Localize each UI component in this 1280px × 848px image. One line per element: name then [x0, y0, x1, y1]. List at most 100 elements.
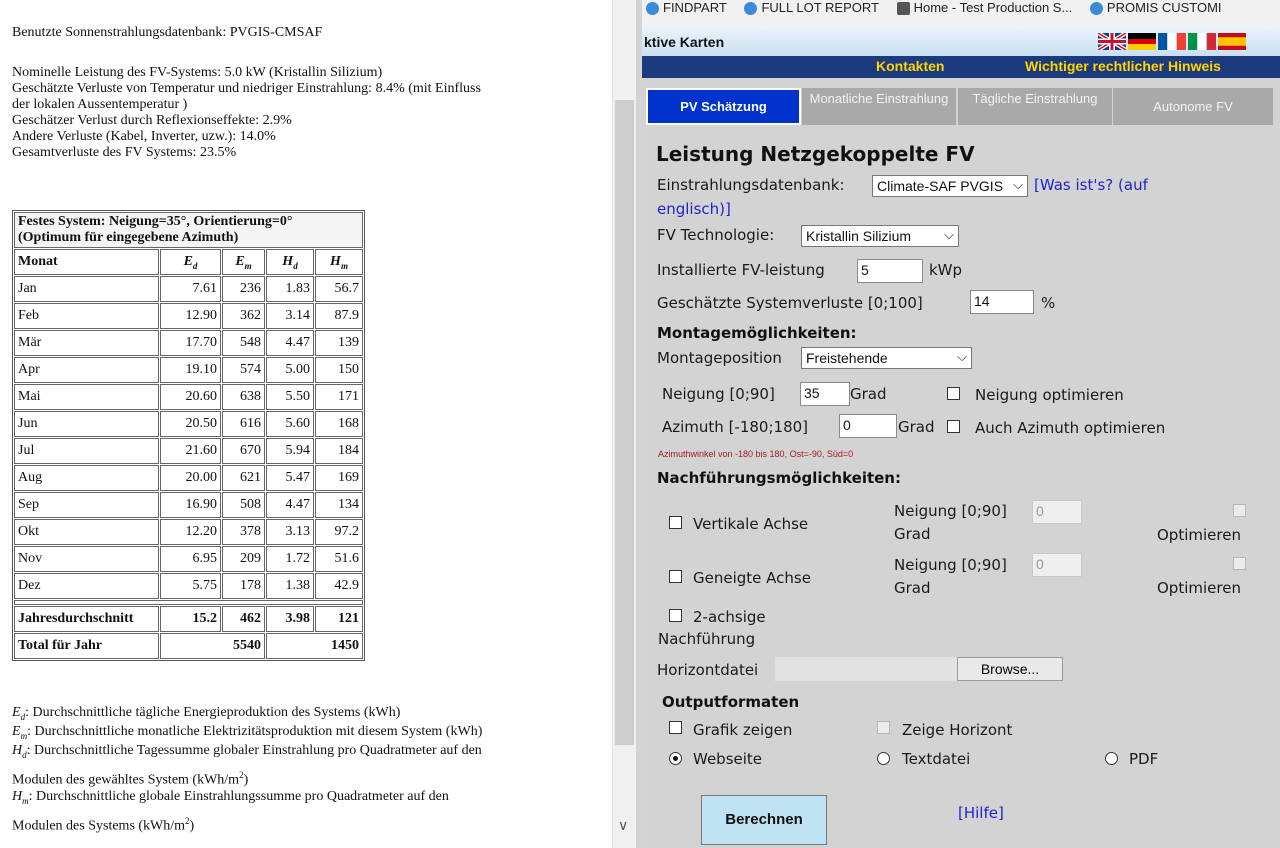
output-text-radio[interactable] — [877, 752, 890, 765]
french-flag-icon[interactable] — [1158, 33, 1186, 50]
vertical-tilt-input[interactable]: 0 — [1032, 500, 1082, 524]
show-graph-checkbox[interactable] — [669, 721, 682, 734]
calculate-button[interactable]: Berechnen — [701, 795, 827, 845]
bookmark-findpart[interactable]: FINDPART — [646, 0, 727, 16]
db-select[interactable]: Climate-SAF PVGIS ⌵ — [872, 175, 1028, 197]
value-cell: 20.50 — [160, 411, 221, 437]
inclined-axis-checkbox[interactable] — [669, 570, 682, 583]
value-cell: 616 — [222, 411, 265, 437]
month-cell: Sep — [14, 492, 159, 518]
inclined-tilt-input[interactable]: 0 — [1032, 553, 1082, 577]
table-row-total: Total für Jahr 5540 1450 — [14, 633, 363, 659]
value-cell: 168 — [315, 411, 363, 437]
vertical-tilt-label: Neigung [0;90] — [894, 502, 1007, 520]
vertical-optimize-checkbox[interactable] — [1233, 504, 1246, 517]
table-row: Jul 21.60 670 5.94 184 — [14, 438, 363, 464]
value-cell: 5.94 — [266, 438, 314, 464]
legend-ed: Ed: Durchschnittliche tägliche Energiepr… — [12, 705, 401, 722]
scrollbar-thumb[interactable] — [615, 100, 634, 745]
nominal-power: Nominelle Leistung des FV-Systems: 5.0 k… — [12, 65, 383, 80]
loss-input[interactable]: 14 — [970, 290, 1034, 314]
tab-daily-radiation[interactable]: Tägliche Einstrahlung — [958, 88, 1112, 125]
power-input[interactable]: 5 — [857, 259, 923, 283]
value-cell: 6.95 — [160, 546, 221, 572]
db-help-link-cont[interactable]: englisch)] — [657, 200, 731, 218]
loss-label: Geschätzte Systemverluste [0;100] — [657, 294, 923, 312]
tech-select[interactable]: Kristallin Silizium ⌵ — [801, 225, 959, 247]
value-cell: 209 — [222, 546, 265, 572]
value-cell: 42.9 — [315, 573, 363, 599]
inclined-tilt-label: Neigung [0;90] — [894, 556, 1007, 574]
browse-button[interactable]: Browse... — [957, 657, 1063, 681]
value-cell: 7.61 — [160, 276, 221, 302]
nav-bar: Kontakten Wichtiger rechtlicher Hinweis — [642, 56, 1280, 78]
show-graph-label: Grafik zeigen — [693, 721, 793, 739]
page-title: Leistung Netzgekoppelte FV — [656, 142, 975, 166]
month-cell: Okt — [14, 519, 159, 545]
value-cell: 378 — [222, 519, 265, 545]
tilt-input[interactable]: 35 — [800, 382, 850, 406]
month-cell: Jul — [14, 438, 159, 464]
horizon-file-field[interactable] — [775, 657, 957, 681]
vertical-optimize-label: Optimieren — [1157, 526, 1241, 544]
italian-flag-icon[interactable] — [1188, 33, 1216, 50]
two-axis-label-cont: Nachführung — [658, 630, 756, 648]
vertical-tilt-unit: Grad — [894, 525, 931, 543]
bookmark-promis[interactable]: PROMIS CUSTOMI — [1089, 0, 1222, 16]
show-horizon-checkbox[interactable] — [877, 721, 890, 734]
tilt-label: Neigung [0;90] — [662, 385, 775, 403]
vertical-axis-checkbox[interactable] — [669, 516, 682, 529]
legend-hm-cont: Modulen des Systems (kWh/m2) — [12, 816, 195, 834]
legend-hd-cont: Modulen des gewähltes System (kWh/m2) — [12, 770, 249, 788]
scrollbar[interactable]: ∨ — [612, 0, 637, 848]
two-axis-checkbox[interactable] — [669, 609, 682, 622]
power-unit: kWp — [929, 261, 963, 279]
german-flag-icon[interactable] — [1128, 33, 1156, 50]
mount-pos-select[interactable]: Freistehende ⌵ — [801, 347, 972, 369]
value-cell: 19.10 — [160, 357, 221, 383]
tech-label: FV Technologie: — [657, 226, 775, 244]
loss-unit: % — [1041, 294, 1056, 312]
inclined-optimize-label: Optimieren — [1157, 579, 1241, 597]
help-link[interactable]: [Hilfe] — [958, 804, 1004, 822]
output-pdf-radio[interactable] — [1105, 752, 1118, 765]
tracking-heading: Nachführungsmöglichkeiten: — [657, 469, 901, 487]
chevron-down-icon: ⌵ — [944, 227, 954, 242]
value-cell: 20.60 — [160, 384, 221, 410]
bookmark-home[interactable]: Home - Test Production S... — [896, 0, 1072, 16]
nav-contacts-link[interactable]: Kontakten — [876, 58, 944, 74]
azimuth-optimize-checkbox[interactable] — [947, 420, 960, 433]
inclined-optimize-checkbox[interactable] — [1233, 557, 1246, 570]
azimuth-input[interactable]: 0 — [839, 414, 897, 438]
value-cell: 236 — [222, 276, 265, 302]
nav-legal-link[interactable]: Wichtiger rechtlicher Hinweis — [1025, 58, 1221, 74]
month-cell: Mai — [14, 384, 159, 410]
month-cell: Feb — [14, 303, 159, 329]
month-cell: Nov — [14, 546, 159, 572]
month-cell: Dez — [14, 573, 159, 599]
value-cell: 184 — [315, 438, 363, 464]
scroll-down-icon[interactable]: ∨ — [618, 818, 628, 834]
value-cell: 134 — [315, 492, 363, 518]
tab-monthly-radiation[interactable]: Monatliche Einstrahlung — [802, 88, 956, 125]
bookmark-full-lot-report[interactable]: FULL LOT REPORT — [744, 0, 879, 16]
chevron-down-icon: ⌵ — [957, 349, 967, 364]
ie-icon — [1089, 2, 1103, 16]
value-cell: 17.70 — [160, 330, 221, 356]
uk-flag-icon[interactable] — [1098, 33, 1126, 50]
output-pdf-label: PDF — [1129, 750, 1159, 768]
value-cell: 169 — [315, 465, 363, 491]
tab-pv-estimation[interactable]: PV Schätzung — [646, 88, 801, 125]
legend-hm: Hm: Durchschnittliche globale Einstrahlu… — [12, 789, 449, 806]
spanish-flag-icon[interactable] — [1218, 33, 1246, 50]
mount-pos-label: Montageposition — [657, 349, 782, 367]
tab-standalone-pv[interactable]: Autonome FV — [1113, 88, 1273, 125]
value-cell: 5.00 — [266, 357, 314, 383]
db-help-link[interactable]: [Was ist's? (auf — [1034, 176, 1148, 194]
month-cell: Mär — [14, 330, 159, 356]
output-web-radio[interactable] — [669, 752, 682, 765]
value-cell: 638 — [222, 384, 265, 410]
reflection-loss: Geschätzer Verlust durch Reflexionseffek… — [12, 113, 292, 128]
tilt-optimize-checkbox[interactable] — [947, 387, 960, 400]
table-row: Mai 20.60 638 5.50 171 — [14, 384, 363, 410]
